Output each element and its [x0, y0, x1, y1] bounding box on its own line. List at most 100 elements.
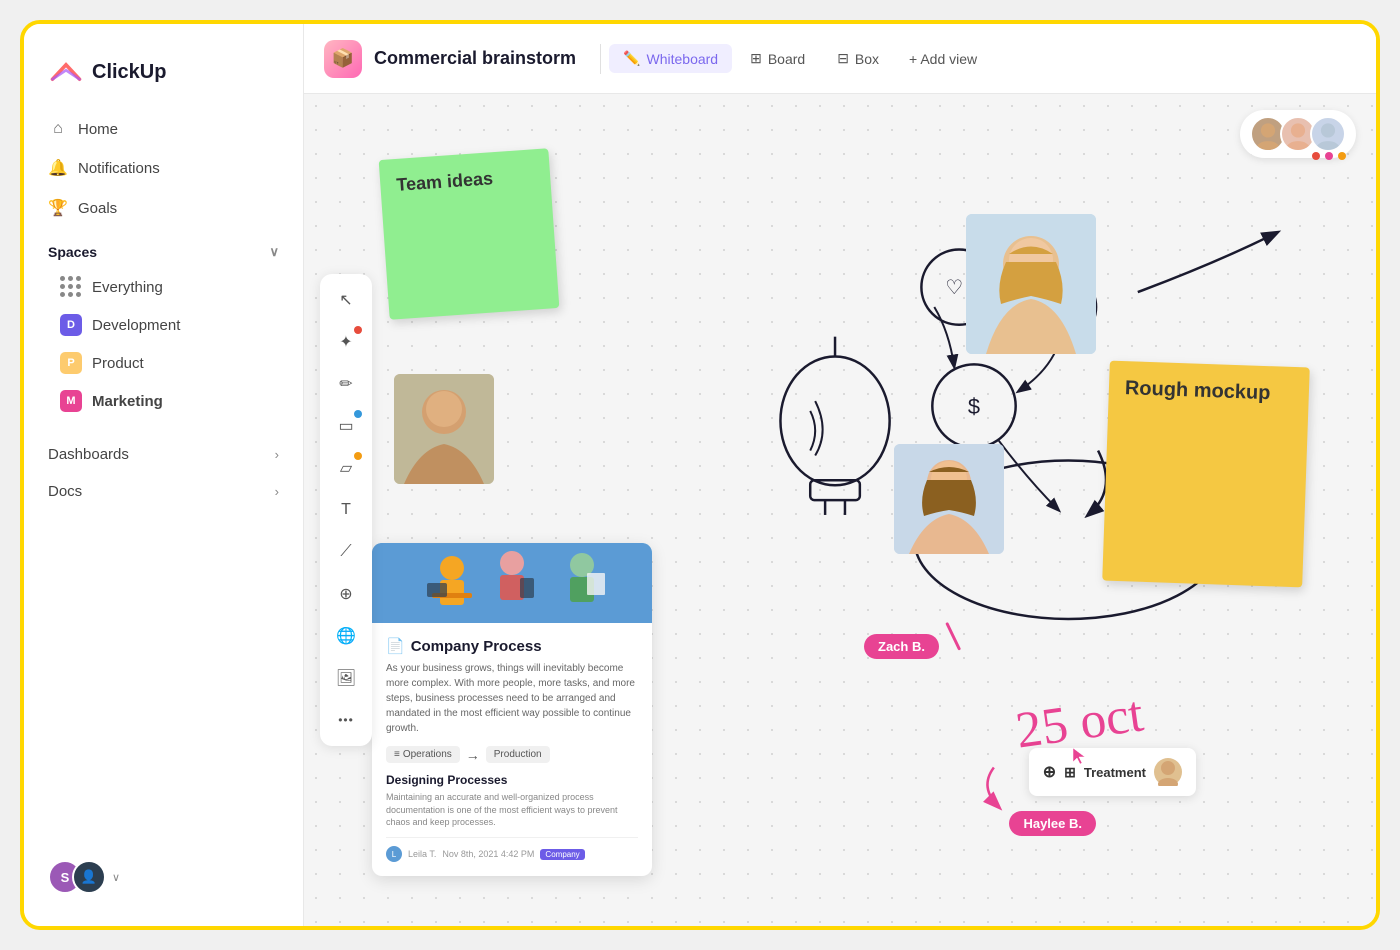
doc-flow-to: Production	[486, 746, 550, 763]
doc-flow-arrow: →	[466, 747, 480, 763]
presence-dot-1	[1312, 152, 1320, 160]
sidebar-item-home[interactable]: ⌂ Home	[36, 110, 291, 148]
tab-box[interactable]: ⊟ Box	[823, 44, 893, 73]
rectangle-icon: ▭	[338, 416, 353, 436]
bell-icon: 🔔	[48, 158, 68, 178]
nav-section: ⌂ Home 🔔 Notifications 🏆 Goals	[24, 110, 303, 228]
tool-cursor[interactable]: ↖	[328, 282, 364, 318]
collab-avatar-3	[1310, 116, 1346, 152]
marketing-space-icon: M	[60, 390, 82, 412]
whiteboard-tab-label: Whiteboard	[647, 51, 719, 67]
left-toolbar: ↖ ✦ ✏ ▭ ▱ T ⟋ ⊕ 🌐 🖼 •••	[320, 274, 372, 746]
name-tag-haylee: Haylee B.	[1009, 811, 1096, 836]
doc-author: Leila T.	[408, 849, 436, 859]
treatment-task-icon: ⊞	[1064, 764, 1076, 781]
user-menu-chevron-icon: ∨	[112, 871, 120, 884]
whiteboard-tab-icon: ✏️	[623, 50, 640, 67]
doc-tag: Company	[540, 849, 584, 860]
tool-shapes[interactable]: ✦	[328, 324, 364, 360]
more-icon: •••	[338, 713, 354, 727]
add-view-button[interactable]: + Add view	[897, 45, 989, 73]
sidebar-item-notifications[interactable]: 🔔 Notifications	[36, 148, 291, 188]
spaces-header[interactable]: Spaces ∨	[24, 228, 303, 268]
dashboards-chevron-icon: ›	[275, 447, 279, 462]
svg-text:$: $	[968, 394, 980, 419]
doc-author-avatar: L	[386, 846, 402, 862]
sidebar-item-everything-label: Everything	[92, 279, 163, 296]
doc-flow: ≡ Operations → Production	[386, 746, 638, 763]
tab-board[interactable]: ⊞ Board	[736, 44, 819, 73]
sidebar-item-goals[interactable]: 🏆 Goals	[36, 188, 291, 228]
clickup-logo-icon	[48, 54, 84, 90]
app-frame: ClickUp ⌂ Home 🔔 Notifications 🏆 Goals S…	[20, 20, 1380, 930]
doc-flow-from: ≡ Operations	[386, 746, 460, 763]
doc-card-body: 📄 Company Process As your business grows…	[372, 623, 652, 876]
user-area[interactable]: S 👤 ∨	[24, 848, 303, 906]
presence-dot-3	[1338, 152, 1346, 160]
treatment-label: Treatment	[1084, 765, 1146, 780]
rect-dot	[354, 410, 362, 418]
sidebar-item-everything[interactable]: Everything	[36, 268, 291, 306]
doc-date: Nov 8th, 2021 4:42 PM	[442, 849, 534, 859]
sidebar-item-docs[interactable]: Docs ›	[36, 473, 291, 510]
sticky-note-team-ideas: Team ideas	[379, 148, 560, 319]
top-bar: 📦 Commercial brainstorm ✏️ Whiteboard ⊞ …	[304, 24, 1376, 94]
sidebar-item-marketing[interactable]: M Marketing	[36, 382, 291, 420]
logo-area[interactable]: ClickUp	[24, 44, 303, 110]
sidebar-item-dashboards[interactable]: Dashboards ›	[36, 436, 291, 473]
sidebar-item-notifications-label: Notifications	[78, 160, 160, 177]
user-avatar-secondary: 👤	[72, 860, 106, 894]
board-tab-icon: ⊞	[750, 50, 762, 67]
topbar-divider	[600, 44, 601, 74]
doc-footer: L Leila T. Nov 8th, 2021 4:42 PM Company	[386, 837, 638, 862]
page-title: Commercial brainstorm	[374, 48, 576, 69]
tool-connect[interactable]: ⊕	[328, 576, 364, 612]
sticky-yellow-label: Rough mockup	[1125, 377, 1271, 404]
person-photo-2	[894, 444, 1004, 554]
tool-note[interactable]: ▱	[328, 450, 364, 486]
docs-label: Docs	[48, 483, 82, 500]
svg-text:♡: ♡	[945, 277, 963, 299]
page-icon: 📦	[324, 40, 362, 78]
tab-whiteboard[interactable]: ✏️ Whiteboard	[609, 44, 732, 73]
sidebar-item-home-label: Home	[78, 121, 118, 138]
development-space-icon: D	[60, 314, 82, 336]
tool-rectangle[interactable]: ▭	[328, 408, 364, 444]
sticky-note-rough-mockup: Rough mockup	[1102, 361, 1310, 588]
sidebar-item-development-label: Development	[92, 317, 180, 334]
shapes-dot	[354, 326, 362, 334]
main-area: 📦 Commercial brainstorm ✏️ Whiteboard ⊞ …	[304, 24, 1376, 926]
sidebar-footer-nav: Dashboards › Docs ›	[24, 436, 303, 510]
tool-image[interactable]: 🖼	[328, 660, 364, 696]
treatment-avatar	[1154, 758, 1182, 786]
document-card[interactable]: 📄 Company Process As your business grows…	[372, 543, 652, 876]
sidebar: ClickUp ⌂ Home 🔔 Notifications 🏆 Goals S…	[24, 24, 304, 926]
shapes-icon: ✦	[339, 332, 352, 352]
whiteboard-canvas[interactable]: ↖ ✦ ✏ ▭ ▱ T ⟋ ⊕ 🌐 🖼 •••	[304, 94, 1376, 926]
sticky-green-label: Team ideas	[396, 168, 494, 195]
sidebar-item-goals-label: Goals	[78, 200, 117, 217]
tool-draw[interactable]: ⟋	[328, 534, 364, 570]
presence-dot-2	[1325, 152, 1333, 160]
person-photo-3	[394, 374, 494, 484]
product-space-icon: P	[60, 352, 82, 374]
spaces-label: Spaces	[48, 244, 97, 260]
treatment-card[interactable]: ⊕ ⊞ Treatment	[1029, 748, 1196, 796]
sidebar-item-development[interactable]: D Development	[36, 306, 291, 344]
sidebar-item-product-label: Product	[92, 355, 144, 372]
globe-icon: 🌐	[336, 626, 356, 646]
tool-more[interactable]: •••	[328, 702, 364, 738]
collaborator-avatars	[1240, 110, 1356, 158]
sidebar-item-marketing-label: Marketing	[92, 393, 163, 410]
note-dot	[354, 452, 362, 460]
tool-pen[interactable]: ✏	[328, 366, 364, 402]
move-icon: ⊕	[1043, 762, 1056, 782]
tool-globe[interactable]: 🌐	[328, 618, 364, 654]
sidebar-item-product[interactable]: P Product	[36, 344, 291, 382]
home-icon: ⌂	[48, 120, 68, 138]
doc-section-text: Maintaining an accurate and well-organiz…	[386, 791, 638, 829]
text-icon: T	[341, 501, 351, 519]
tool-text[interactable]: T	[328, 492, 364, 528]
box-tab-label: Box	[855, 51, 879, 67]
doc-text: As your business grows, things will inev…	[386, 661, 638, 736]
